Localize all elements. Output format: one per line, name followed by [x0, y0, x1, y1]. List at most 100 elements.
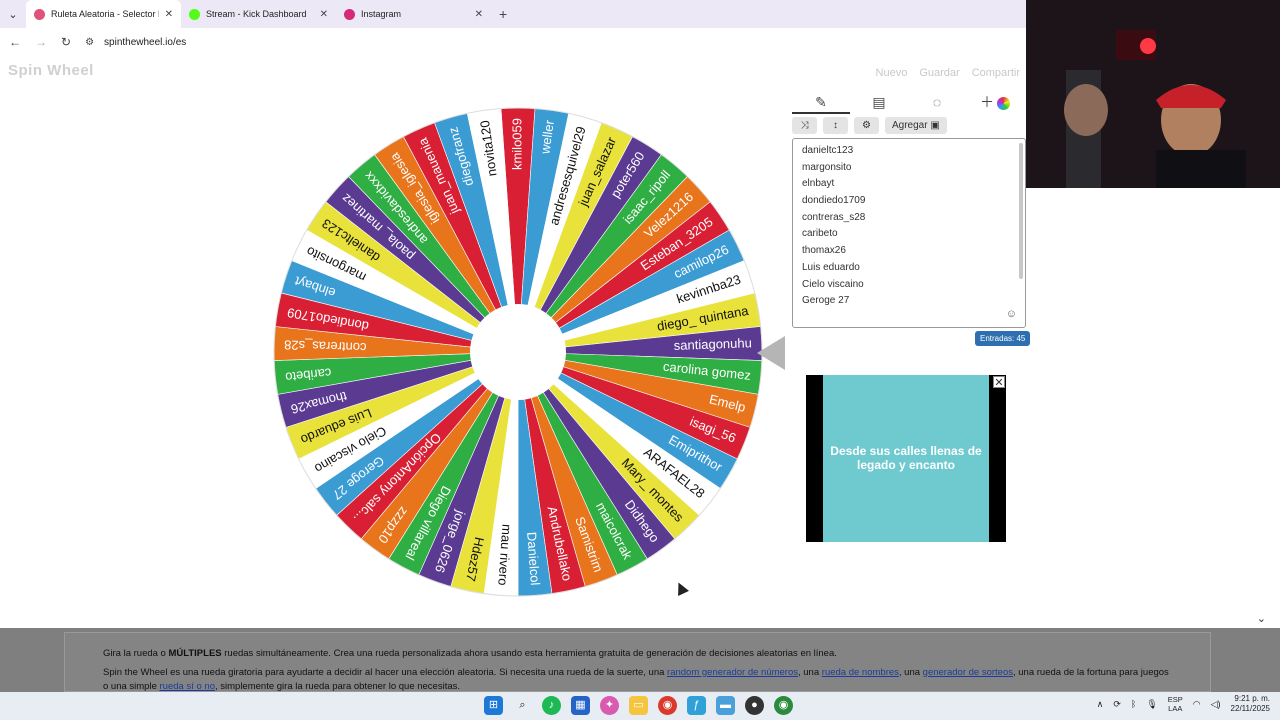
entry-item: margonsito — [802, 161, 852, 173]
site-logo[interactable]: Spin Wheel — [8, 62, 94, 79]
yes-no-link[interactable]: rueda sí o no — [160, 681, 215, 691]
close-tab-icon[interactable]: ✕ — [320, 9, 328, 20]
volume-icon[interactable]: ◁) — [1211, 699, 1221, 710]
entries-textarea[interactable]: danieltc123 margonsito elnbayt dondiedo1709… — [792, 138, 1026, 328]
copilot-icon[interactable]: ✦ — [600, 696, 619, 715]
back-icon[interactable]: ← — [9, 35, 21, 49]
tab-title: Stream - Kick Dashboard — [206, 9, 307, 19]
wheel-svg[interactable]: kmilo059 wellerandresesquivel29juan_salaz… — [270, 104, 766, 600]
entry-item: caribeto — [802, 228, 838, 240]
random-number-link[interactable]: random generador de números — [667, 667, 798, 678]
entry-item: Luis eduardo — [802, 261, 860, 273]
wheel-segment-label: contreras_s28 — [284, 337, 367, 355]
spin-wheel[interactable]: kmilo059 weller andresesquivel29 juan_salaz… — [270, 104, 766, 600]
url-field[interactable]: spinthewheel.io/es — [104, 37, 186, 48]
browser-tab[interactable]: Stream - Kick Dashboard ✕ — [181, 0, 336, 28]
add-button[interactable]: Agregar ▣ — [885, 117, 947, 134]
entry-item: contreras_s28 — [802, 211, 866, 223]
entry-item: elnbayt — [802, 178, 835, 190]
entry-item: dondiedo1709 — [802, 195, 866, 207]
tab-search-icon[interactable]: ⌄ — [0, 8, 26, 21]
new-tab-button[interactable]: + — [491, 6, 515, 22]
browser-tab[interactable]: Instagram ✕ — [336, 0, 491, 28]
obs-icon[interactable]: ● — [745, 696, 764, 715]
tab-favicon-icon — [34, 8, 45, 20]
shuffle-button[interactable]: ⤨ — [792, 117, 817, 134]
chevron-down-icon[interactable]: ⌄ — [1257, 612, 1266, 625]
desc-text: , simplemente gira la rueda para obtener… — [214, 681, 461, 692]
store-icon[interactable]: ▦ — [571, 696, 590, 715]
layout-label: LAA — [1168, 704, 1183, 714]
clipboard-icon[interactable]: ▤ — [850, 90, 908, 114]
share-button[interactable]: Compartir — [972, 67, 1020, 79]
entries-scrollbar[interactable] — [1019, 143, 1023, 279]
entry-item: Geroge 27 — [802, 295, 850, 307]
new-button[interactable]: Nuevo — [876, 67, 908, 79]
save-button[interactable]: Guardar — [919, 67, 959, 79]
app-icon-2[interactable]: ▬ — [716, 696, 735, 715]
date-label: 22/11/2025 — [1230, 704, 1270, 714]
bluetooth-icon[interactable]: ᛒ — [1131, 699, 1136, 709]
desc-text: ruedas simultáneamente. Crea una rueda p… — [221, 648, 837, 659]
entry-item: Cielo viscaino — [802, 278, 864, 290]
tab-title: Instagram — [361, 9, 402, 19]
description-line-1: Gira la rueda o MÚLTIPLES ruedas simultá… — [103, 647, 1172, 662]
entry-item: thomax26 — [802, 245, 846, 257]
windows-start-icon[interactable]: ⊞ — [484, 696, 503, 715]
chrome-icon[interactable]: ◉ — [658, 696, 677, 715]
entry-item: danieltc123 — [802, 145, 854, 156]
clock[interactable]: 9:21 p. m. 22/11/2025 — [1231, 694, 1270, 715]
taskbar: ⊞ ⌕ ♪ ▦ ✦ ▭ ◉ ƒ ▬ ● ◉ ∧ ⟳ ᛒ 🎙 ESP LAA ◠ ◁… — [0, 692, 1280, 720]
file-explorer-icon[interactable]: ▭ — [629, 696, 648, 715]
desc-text: Spin the Wheel es una rueda giratoria pa… — [103, 666, 668, 678]
lang-label: ESP — [1167, 695, 1183, 705]
desc-text: , una — [898, 666, 923, 678]
browser-tabbar: ⌄ Ruleta Aleatoria - Selector Personaliz… — [0, 0, 1026, 28]
microphone-icon[interactable]: 🎙 — [1146, 699, 1157, 710]
raffle-link[interactable]: generador de sorteos — [923, 667, 1013, 678]
entries-count-badge: Entradas: 45 — [975, 331, 1031, 346]
browser-tab[interactable]: Ruleta Aleatoria - Selector Personalizad… — [26, 0, 181, 28]
webcam-overlay — [1026, 0, 1280, 188]
add-color-icon[interactable]: ＋ — [966, 90, 1024, 114]
wheel-pointer-icon — [757, 336, 785, 370]
search-icon[interactable]: ⌕ — [513, 696, 532, 715]
sync-icon[interactable]: ⟳ — [1113, 699, 1121, 710]
tab-title: Ruleta Aleatoria - Selector Personalizad… — [51, 9, 159, 19]
description-block: Gira la rueda o MÚLTIPLES ruedas simultá… — [64, 632, 1211, 692]
ad-video[interactable]: Desde sus calles llenas de legado y enca… — [806, 375, 1006, 542]
ad-text: Desde sus calles llenas de legado y enca… — [823, 375, 989, 542]
desc-text: Gira la rueda o — [103, 648, 169, 659]
wifi-icon[interactable]: ◠ — [1193, 699, 1201, 710]
system-tray: ∧ ⟳ ᛒ 🎙 ESP LAA ◠ ◁) 9:21 p. m. 22/11/2025 — [1097, 694, 1270, 715]
wheel-center-hub[interactable] — [470, 304, 566, 400]
name-wheel-link[interactable]: rueda de nombres — [822, 667, 899, 678]
settings-button[interactable]: ⚙ — [854, 117, 879, 134]
wheel-segment-label: kmilo059 — [509, 118, 524, 170]
wheel-segment-label: santiagonuhu — [674, 335, 753, 353]
close-tab-icon[interactable]: ✕ — [475, 9, 483, 20]
webcam-image — [1026, 0, 1280, 188]
close-icon[interactable]: ✕ — [993, 376, 1005, 389]
description-line-2: Spin the Wheel es una rueda giratoria pa… — [103, 666, 1172, 692]
desc-text: , una — [798, 666, 822, 678]
chrome-icon-2[interactable]: ◉ — [774, 696, 793, 715]
tab-favicon-icon — [189, 8, 200, 20]
forward-icon[interactable]: → — [35, 35, 47, 49]
pencil-icon[interactable]: ✎ — [792, 90, 850, 114]
reload-icon[interactable]: ↻ — [61, 35, 71, 49]
spotify-icon[interactable]: ♪ — [542, 696, 561, 715]
address-bar: ← → ↻ ⚙ spinthewheel.io/es — [0, 28, 1026, 56]
chevron-up-icon[interactable]: ∧ — [1097, 699, 1104, 710]
emoji-icon[interactable]: ☺ — [1006, 308, 1017, 320]
app-icon[interactable]: ƒ — [687, 696, 706, 715]
close-tab-icon[interactable]: ✕ — [165, 9, 173, 20]
tab-favicon-icon — [344, 8, 355, 20]
eye-off-icon[interactable]: ◌ — [908, 90, 966, 114]
time-label: 9:21 p. m. — [1234, 694, 1270, 703]
sort-button[interactable]: ↕ — [823, 117, 848, 134]
entries-toolbar: ✎ ▤ ◌ ＋ ⤨ ↕ ⚙ Agregar ▣ — [792, 90, 1026, 134]
desc-bold: MÚLTIPLES — [168, 648, 222, 659]
site-info-icon[interactable]: ⚙ — [85, 37, 94, 48]
language-indicator[interactable]: ESP LAA — [1168, 695, 1183, 713]
